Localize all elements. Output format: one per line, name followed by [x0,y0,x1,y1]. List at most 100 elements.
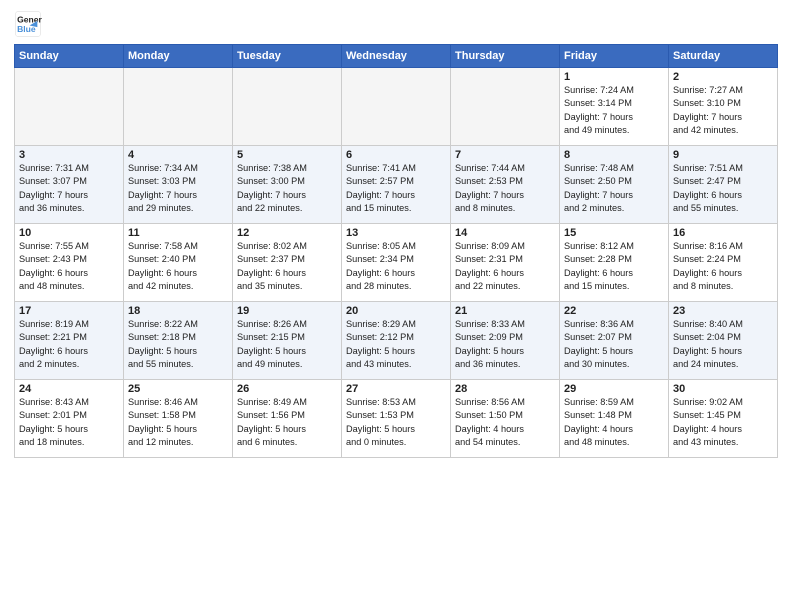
day-number: 7 [455,149,555,161]
week-row-5: 24Sunrise: 8:43 AM Sunset: 2:01 PM Dayli… [15,380,778,458]
day-number: 4 [128,149,228,161]
day-number: 15 [564,227,664,239]
logo: General Blue [14,10,42,38]
day-number: 5 [237,149,337,161]
weekday-header-friday: Friday [560,45,669,68]
calendar-cell: 10Sunrise: 7:55 AM Sunset: 2:43 PM Dayli… [15,224,124,302]
calendar-cell: 19Sunrise: 8:26 AM Sunset: 2:15 PM Dayli… [233,302,342,380]
day-info: Sunrise: 8:36 AM Sunset: 2:07 PM Dayligh… [564,318,664,371]
weekday-header-saturday: Saturday [669,45,778,68]
calendar-cell: 22Sunrise: 8:36 AM Sunset: 2:07 PM Dayli… [560,302,669,380]
day-info: Sunrise: 7:24 AM Sunset: 3:14 PM Dayligh… [564,84,664,137]
calendar-cell: 8Sunrise: 7:48 AM Sunset: 2:50 PM Daylig… [560,146,669,224]
day-number: 3 [19,149,119,161]
day-number: 19 [237,305,337,317]
day-info: Sunrise: 8:26 AM Sunset: 2:15 PM Dayligh… [237,318,337,371]
day-number: 22 [564,305,664,317]
day-number: 16 [673,227,773,239]
day-info: Sunrise: 8:46 AM Sunset: 1:58 PM Dayligh… [128,396,228,449]
day-number: 30 [673,383,773,395]
calendar-cell: 16Sunrise: 8:16 AM Sunset: 2:24 PM Dayli… [669,224,778,302]
calendar-cell: 15Sunrise: 8:12 AM Sunset: 2:28 PM Dayli… [560,224,669,302]
calendar-cell: 21Sunrise: 8:33 AM Sunset: 2:09 PM Dayli… [451,302,560,380]
day-info: Sunrise: 7:51 AM Sunset: 2:47 PM Dayligh… [673,162,773,215]
day-number: 17 [19,305,119,317]
day-info: Sunrise: 9:02 AM Sunset: 1:45 PM Dayligh… [673,396,773,449]
svg-text:Blue: Blue [17,24,36,34]
day-info: Sunrise: 8:49 AM Sunset: 1:56 PM Dayligh… [237,396,337,449]
day-info: Sunrise: 8:16 AM Sunset: 2:24 PM Dayligh… [673,240,773,293]
calendar-cell [233,68,342,146]
day-number: 21 [455,305,555,317]
week-row-3: 10Sunrise: 7:55 AM Sunset: 2:43 PM Dayli… [15,224,778,302]
calendar-cell [15,68,124,146]
calendar-table: SundayMondayTuesdayWednesdayThursdayFrid… [14,44,778,458]
day-info: Sunrise: 7:44 AM Sunset: 2:53 PM Dayligh… [455,162,555,215]
day-info: Sunrise: 8:22 AM Sunset: 2:18 PM Dayligh… [128,318,228,371]
week-row-1: 1Sunrise: 7:24 AM Sunset: 3:14 PM Daylig… [15,68,778,146]
calendar-cell: 29Sunrise: 8:59 AM Sunset: 1:48 PM Dayli… [560,380,669,458]
day-info: Sunrise: 8:40 AM Sunset: 2:04 PM Dayligh… [673,318,773,371]
calendar-cell: 2Sunrise: 7:27 AM Sunset: 3:10 PM Daylig… [669,68,778,146]
calendar-cell: 17Sunrise: 8:19 AM Sunset: 2:21 PM Dayli… [15,302,124,380]
day-number: 12 [237,227,337,239]
calendar-cell: 27Sunrise: 8:53 AM Sunset: 1:53 PM Dayli… [342,380,451,458]
calendar-cell: 11Sunrise: 7:58 AM Sunset: 2:40 PM Dayli… [124,224,233,302]
week-row-2: 3Sunrise: 7:31 AM Sunset: 3:07 PM Daylig… [15,146,778,224]
day-number: 28 [455,383,555,395]
weekday-header-row: SundayMondayTuesdayWednesdayThursdayFrid… [15,45,778,68]
calendar-cell: 30Sunrise: 9:02 AM Sunset: 1:45 PM Dayli… [669,380,778,458]
week-row-4: 17Sunrise: 8:19 AM Sunset: 2:21 PM Dayli… [15,302,778,380]
calendar-cell: 20Sunrise: 8:29 AM Sunset: 2:12 PM Dayli… [342,302,451,380]
day-number: 6 [346,149,446,161]
calendar-cell: 12Sunrise: 8:02 AM Sunset: 2:37 PM Dayli… [233,224,342,302]
day-info: Sunrise: 7:58 AM Sunset: 2:40 PM Dayligh… [128,240,228,293]
calendar-cell: 14Sunrise: 8:09 AM Sunset: 2:31 PM Dayli… [451,224,560,302]
calendar-cell: 4Sunrise: 7:34 AM Sunset: 3:03 PM Daylig… [124,146,233,224]
calendar-cell: 13Sunrise: 8:05 AM Sunset: 2:34 PM Dayli… [342,224,451,302]
weekday-header-monday: Monday [124,45,233,68]
day-number: 1 [564,71,664,83]
day-number: 14 [455,227,555,239]
weekday-header-thursday: Thursday [451,45,560,68]
day-number: 11 [128,227,228,239]
day-info: Sunrise: 7:31 AM Sunset: 3:07 PM Dayligh… [19,162,119,215]
day-number: 18 [128,305,228,317]
calendar-cell: 23Sunrise: 8:40 AM Sunset: 2:04 PM Dayli… [669,302,778,380]
page-container: General Blue SundayMondayTuesdayWednesda… [0,0,792,464]
day-info: Sunrise: 7:55 AM Sunset: 2:43 PM Dayligh… [19,240,119,293]
weekday-header-wednesday: Wednesday [342,45,451,68]
day-info: Sunrise: 8:09 AM Sunset: 2:31 PM Dayligh… [455,240,555,293]
day-info: Sunrise: 8:29 AM Sunset: 2:12 PM Dayligh… [346,318,446,371]
calendar-cell: 5Sunrise: 7:38 AM Sunset: 3:00 PM Daylig… [233,146,342,224]
day-number: 8 [564,149,664,161]
day-info: Sunrise: 8:05 AM Sunset: 2:34 PM Dayligh… [346,240,446,293]
day-info: Sunrise: 7:34 AM Sunset: 3:03 PM Dayligh… [128,162,228,215]
day-info: Sunrise: 8:43 AM Sunset: 2:01 PM Dayligh… [19,396,119,449]
day-info: Sunrise: 8:33 AM Sunset: 2:09 PM Dayligh… [455,318,555,371]
day-number: 24 [19,383,119,395]
day-number: 25 [128,383,228,395]
calendar-cell: 26Sunrise: 8:49 AM Sunset: 1:56 PM Dayli… [233,380,342,458]
day-info: Sunrise: 8:53 AM Sunset: 1:53 PM Dayligh… [346,396,446,449]
day-number: 27 [346,383,446,395]
day-info: Sunrise: 7:38 AM Sunset: 3:00 PM Dayligh… [237,162,337,215]
day-number: 26 [237,383,337,395]
calendar-cell: 1Sunrise: 7:24 AM Sunset: 3:14 PM Daylig… [560,68,669,146]
calendar-cell: 6Sunrise: 7:41 AM Sunset: 2:57 PM Daylig… [342,146,451,224]
day-number: 23 [673,305,773,317]
calendar-cell: 25Sunrise: 8:46 AM Sunset: 1:58 PM Dayli… [124,380,233,458]
calendar-cell [342,68,451,146]
day-info: Sunrise: 7:48 AM Sunset: 2:50 PM Dayligh… [564,162,664,215]
day-info: Sunrise: 8:19 AM Sunset: 2:21 PM Dayligh… [19,318,119,371]
header: General Blue [14,10,778,38]
day-info: Sunrise: 7:27 AM Sunset: 3:10 PM Dayligh… [673,84,773,137]
day-number: 2 [673,71,773,83]
day-number: 10 [19,227,119,239]
day-info: Sunrise: 8:02 AM Sunset: 2:37 PM Dayligh… [237,240,337,293]
day-info: Sunrise: 8:59 AM Sunset: 1:48 PM Dayligh… [564,396,664,449]
calendar-cell: 28Sunrise: 8:56 AM Sunset: 1:50 PM Dayli… [451,380,560,458]
calendar-cell: 24Sunrise: 8:43 AM Sunset: 2:01 PM Dayli… [15,380,124,458]
calendar-cell: 7Sunrise: 7:44 AM Sunset: 2:53 PM Daylig… [451,146,560,224]
logo-icon: General Blue [14,10,42,38]
